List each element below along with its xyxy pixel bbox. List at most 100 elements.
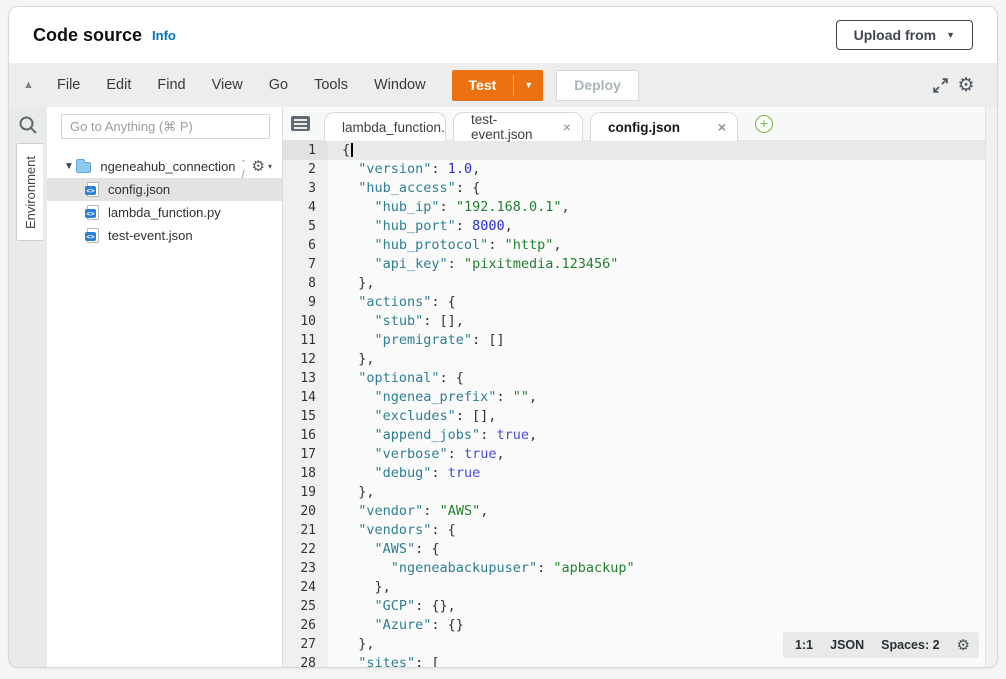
line-content[interactable]: "GCP": {}, (328, 597, 997, 616)
menu-item-go[interactable]: Go (269, 77, 288, 93)
tab-close-icon[interactable]: × (716, 119, 728, 135)
line-content[interactable]: "hub_ip": "192.168.0.1", (328, 198, 997, 217)
code-line-5[interactable]: 5 "hub_port": 8000, (283, 217, 997, 236)
code-line-15[interactable]: 15 "excludes": [], (283, 407, 997, 426)
line-content[interactable]: "optional": { (328, 369, 997, 388)
line-content[interactable]: "debug": true (328, 464, 997, 483)
tab-list-icon[interactable] (291, 116, 310, 131)
test-dropdown-icon[interactable]: ▼ (514, 70, 543, 101)
code-line-4[interactable]: 4 "hub_ip": "192.168.0.1", (283, 198, 997, 217)
line-content[interactable]: "version": 1.0, (328, 160, 997, 179)
code-line-12[interactable]: 12 }, (283, 350, 997, 369)
code-line-16[interactable]: 16 "append_jobs": true, (283, 426, 997, 445)
test-button[interactable]: Test ▼ (452, 70, 544, 101)
left-rail: Environment (9, 107, 47, 667)
menu-item-view[interactable]: View (212, 77, 243, 93)
line-content[interactable]: "ngenea_prefix": "", (328, 388, 997, 407)
tab-test-event-json[interactable]: test-event.json× (453, 112, 583, 141)
code-line-23[interactable]: 23 "ngeneabackupuser": "apbackup" (283, 559, 997, 578)
info-link[interactable]: Info (152, 28, 176, 43)
line-content[interactable]: "excludes": [], (328, 407, 997, 426)
language-mode[interactable]: JSON (830, 638, 864, 652)
code-line-2[interactable]: 2 "version": 1.0, (283, 160, 997, 179)
line-content[interactable]: "premigrate": [] (328, 331, 997, 350)
code-line-1[interactable]: 1{ (283, 141, 997, 160)
line-number: 24 (283, 578, 328, 597)
upload-from-button[interactable]: Upload from ▼ (836, 20, 973, 50)
code-line-14[interactable]: 14 "ngenea_prefix": "", (283, 388, 997, 407)
code-line-10[interactable]: 10 "stub": [], (283, 312, 997, 331)
tab-label: lambda_function. (342, 120, 445, 135)
cursor-position[interactable]: 1:1 (795, 638, 813, 652)
tab-config-json[interactable]: config.json× (590, 112, 738, 141)
code-line-7[interactable]: 7 "api_key": "pixitmedia.123456" (283, 255, 997, 274)
code-line-11[interactable]: 11 "premigrate": [] (283, 331, 997, 350)
code-source-panel: Code source Info Upload from ▼ ▲ FileEdi… (8, 6, 998, 668)
tab-lambda-function-[interactable]: lambda_function.× (324, 112, 446, 141)
menu-item-find[interactable]: Find (157, 77, 185, 93)
line-content[interactable]: "ngeneabackupuser": "apbackup" (328, 559, 997, 578)
line-number: 14 (283, 388, 328, 407)
new-tab-icon[interactable]: + (755, 115, 773, 133)
tree-settings-gear-icon[interactable]: ⚙ ▾ (252, 159, 272, 174)
line-content[interactable]: }, (328, 350, 997, 369)
line-content[interactable]: "hub_protocol": "http", (328, 236, 997, 255)
line-content[interactable]: "vendors": { (328, 521, 997, 540)
line-content[interactable]: "vendor": "AWS", (328, 502, 997, 521)
code-line-21[interactable]: 21 "vendors": { (283, 521, 997, 540)
tree-folder-ngeneahub-connection[interactable]: ▼ ngeneahub_connection - / ⚙ ▾ (47, 155, 282, 178)
code-line-24[interactable]: 24 }, (283, 578, 997, 597)
line-content[interactable]: { (328, 141, 997, 160)
deploy-button[interactable]: Deploy (556, 70, 639, 101)
tab-close-icon[interactable]: × (561, 119, 573, 135)
code-line-22[interactable]: 22 "AWS": { (283, 540, 997, 559)
line-content[interactable]: "AWS": { (328, 540, 997, 559)
search-icon[interactable] (17, 114, 39, 136)
line-content[interactable]: "verbose": true, (328, 445, 997, 464)
editor-prefs-gear-icon[interactable]: ⚙ (957, 638, 970, 653)
code-line-9[interactable]: 9 "actions": { (283, 293, 997, 312)
fullscreen-icon[interactable] (927, 72, 953, 98)
code-line-6[interactable]: 6 "hub_protocol": "http", (283, 236, 997, 255)
line-content[interactable]: "hub_access": { (328, 179, 997, 198)
code-line-8[interactable]: 8 }, (283, 274, 997, 293)
line-number: 5 (283, 217, 328, 236)
line-content[interactable]: }, (328, 274, 997, 293)
goto-anything-input[interactable] (61, 114, 270, 139)
menu-item-file[interactable]: File (57, 77, 80, 93)
tree-file-lambda-function-py[interactable]: lambda_function.py (47, 201, 282, 224)
code-line-25[interactable]: 25 "GCP": {}, (283, 597, 997, 616)
code-line-3[interactable]: 3 "hub_access": { (283, 179, 997, 198)
line-number: 28 (283, 654, 328, 667)
line-content[interactable]: "actions": { (328, 293, 997, 312)
line-content[interactable]: }, (328, 483, 997, 502)
line-content[interactable]: "stub": [], (328, 312, 997, 331)
vertical-scrollbar[interactable] (985, 107, 997, 667)
folder-expand-caret-icon[interactable]: ▼ (64, 161, 76, 172)
menu-item-edit[interactable]: Edit (106, 77, 131, 93)
collapse-panel-icon[interactable]: ▲ (23, 79, 45, 91)
line-content[interactable]: "api_key": "pixitmedia.123456" (328, 255, 997, 274)
code-line-20[interactable]: 20 "vendor": "AWS", (283, 502, 997, 521)
environment-tab-label: Environment (23, 156, 38, 229)
tab-environment[interactable]: Environment (16, 143, 43, 241)
tree-file-config-json[interactable]: config.json (47, 178, 282, 201)
menu-item-tools[interactable]: Tools (314, 77, 348, 93)
code-line-18[interactable]: 18 "debug": true (283, 464, 997, 483)
file-name: test-event.json (108, 228, 193, 243)
goto-anything-row (47, 107, 282, 145)
code-editor[interactable]: 1{2 "version": 1.0,3 "hub_access": {4 "h… (283, 141, 997, 667)
tree-file-test-event-json[interactable]: test-event.json (47, 224, 282, 247)
code-line-13[interactable]: 13 "optional": { (283, 369, 997, 388)
line-number: 27 (283, 635, 328, 654)
line-content[interactable]: "hub_port": 8000, (328, 217, 997, 236)
folder-icon (76, 162, 91, 173)
menu-item-window[interactable]: Window (374, 77, 426, 93)
indent-setting[interactable]: Spaces: 2 (881, 638, 939, 652)
ide-settings-gear-icon[interactable]: ⚙ (953, 72, 979, 98)
line-content[interactable]: "append_jobs": true, (328, 426, 997, 445)
line-content[interactable]: }, (328, 578, 997, 597)
code-line-19[interactable]: 19 }, (283, 483, 997, 502)
line-number: 15 (283, 407, 328, 426)
code-line-17[interactable]: 17 "verbose": true, (283, 445, 997, 464)
